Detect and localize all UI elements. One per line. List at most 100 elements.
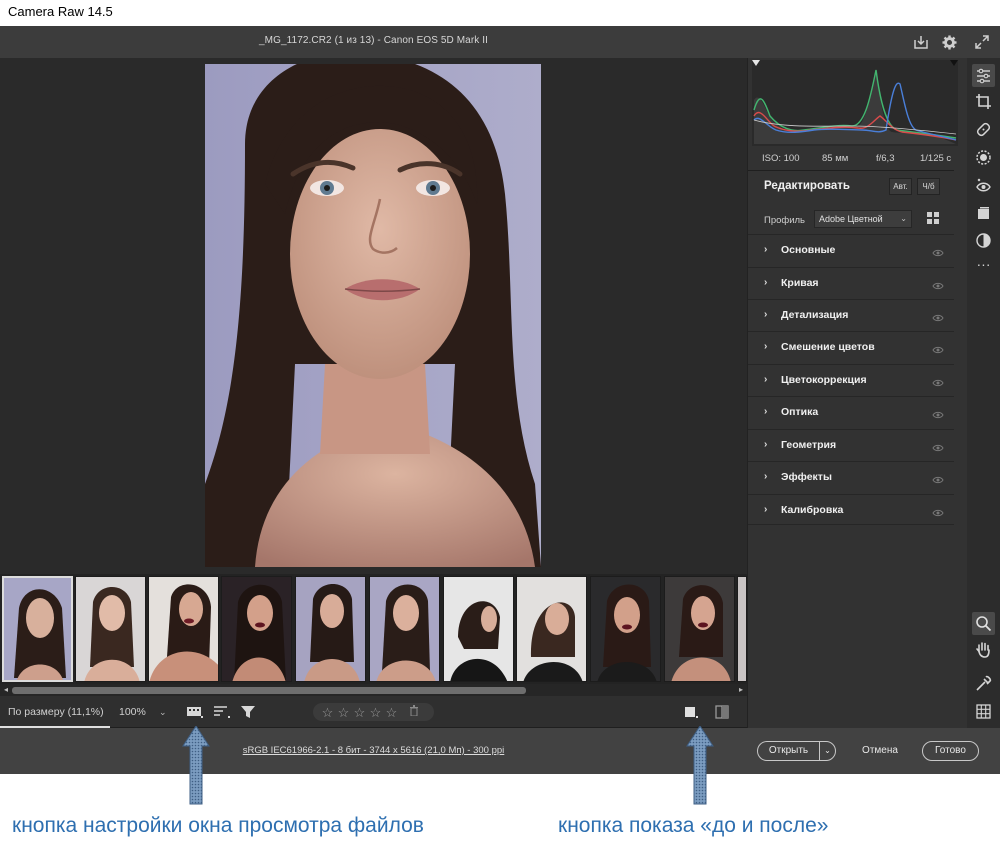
filmstrip[interactable] xyxy=(0,574,747,684)
crop-icon[interactable] xyxy=(975,93,992,110)
section-color-grading[interactable]: › Цветокоррекция xyxy=(748,364,954,395)
fullscreen-icon[interactable] xyxy=(973,33,991,51)
camera-info: ISO: 100 85 мм f/6,3 1/125 с xyxy=(748,150,954,166)
trash-icon[interactable] xyxy=(409,705,419,719)
profile-dropdown[interactable]: Adobe Цветной ⌄ xyxy=(814,210,912,228)
eye-icon[interactable] xyxy=(932,375,944,387)
edit-sliders-icon[interactable] xyxy=(972,64,995,87)
section-label: Цветокоррекция xyxy=(781,374,867,386)
section-basic[interactable]: › Основные xyxy=(748,234,954,265)
annotation-arrow-up-icon xyxy=(686,725,714,806)
eye-icon[interactable] xyxy=(932,407,944,419)
camera-raw-window: Camera Raw 14.5 _MG_1172.CR2 (1 из 13) -… xyxy=(0,0,1000,850)
rating-star-2[interactable]: ☆ xyxy=(337,706,350,719)
section-label: Детализация xyxy=(781,309,849,321)
gear-icon[interactable] xyxy=(940,33,958,51)
open-button[interactable]: Открыть xyxy=(757,741,819,761)
chevron-right-icon: › xyxy=(764,277,768,288)
sort-icon[interactable] xyxy=(213,704,231,720)
filmstrip-options-icon[interactable] xyxy=(186,704,204,720)
section-calibration[interactable]: › Калибровка xyxy=(748,494,954,525)
chevron-down-icon: ⌄ xyxy=(900,214,907,223)
divider xyxy=(748,170,954,171)
zoom-fit-button[interactable]: По размеру (11,1%) xyxy=(0,696,110,728)
zoom-icon[interactable] xyxy=(972,612,995,635)
save-icon[interactable] xyxy=(912,33,930,51)
eye-icon[interactable] xyxy=(932,342,944,354)
star-rating: ☆ ☆ ☆ ☆ ☆ xyxy=(313,703,434,721)
snapshots-icon[interactable] xyxy=(975,205,992,222)
profile-browser-icon[interactable] xyxy=(926,211,940,225)
workflow-options-link[interactable]: sRGB IEC61966-2.1 - 8 бит - 3744 x 5616 … xyxy=(0,745,747,756)
eye-icon[interactable] xyxy=(932,245,944,257)
annotation-right: кнопка показа «до и после» xyxy=(558,814,829,837)
section-label: Кривая xyxy=(781,277,819,289)
presets-icon[interactable] xyxy=(975,232,992,249)
filmstrip-thumbnail[interactable] xyxy=(148,576,219,682)
filmstrip-thumbnail[interactable] xyxy=(369,576,440,682)
zoom-dropdown[interactable]: ⌄ xyxy=(159,707,169,717)
more-icon[interactable]: ··· xyxy=(975,257,992,275)
eye-icon[interactable] xyxy=(932,278,944,290)
grid-icon[interactable] xyxy=(975,703,992,720)
annotation-arrow-up-icon xyxy=(182,725,210,806)
cancel-button[interactable]: Отмена xyxy=(855,741,905,761)
section-effects[interactable]: › Эффекты xyxy=(748,461,954,492)
chevron-right-icon: › xyxy=(764,504,768,515)
footer-bar: sRGB IEC61966-2.1 - 8 бит - 3744 x 5616 … xyxy=(0,728,1000,774)
iso-value: ISO: 100 xyxy=(762,153,800,164)
filmstrip-thumbnail[interactable] xyxy=(295,576,366,682)
section-color-mixer[interactable]: › Смешение цветов xyxy=(748,331,954,362)
before-after-icon[interactable] xyxy=(683,704,701,720)
eye-icon[interactable] xyxy=(932,472,944,484)
filmstrip-thumbnail[interactable] xyxy=(2,576,73,682)
scrollbar-thumb[interactable] xyxy=(12,687,526,694)
shutter-speed: 1/125 с xyxy=(920,153,952,164)
scroll-left-icon[interactable]: ◂ xyxy=(0,684,12,696)
open-dropdown-button[interactable]: ⌄ xyxy=(819,741,836,761)
mask-icon[interactable] xyxy=(975,149,992,166)
eye-icon[interactable] xyxy=(932,440,944,452)
filmstrip-scrollbar[interactable]: ◂ ▸ xyxy=(0,684,747,696)
red-eye-icon[interactable] xyxy=(975,177,992,194)
rating-star-3[interactable]: ☆ xyxy=(353,706,366,719)
eyedropper-icon[interactable] xyxy=(975,675,992,692)
image-preview-area[interactable] xyxy=(0,58,747,574)
filmstrip-thumbnail[interactable] xyxy=(443,576,514,682)
section-optics[interactable]: › Оптика xyxy=(748,396,954,427)
preview-photo[interactable] xyxy=(205,64,541,567)
auto-button[interactable]: Авт. xyxy=(889,178,912,195)
toggle-view-icon[interactable] xyxy=(714,704,732,720)
rating-star-1[interactable]: ☆ xyxy=(321,706,334,719)
section-detail[interactable]: › Детализация xyxy=(748,299,954,330)
section-geometry[interactable]: › Геометрия xyxy=(748,429,954,460)
filmstrip-thumbnail[interactable] xyxy=(221,576,292,682)
eye-icon[interactable] xyxy=(932,310,944,322)
filmstrip-thumbnail[interactable] xyxy=(516,576,587,682)
chevron-right-icon: › xyxy=(764,309,768,320)
filmstrip-thumbnail[interactable] xyxy=(737,576,747,682)
chevron-right-icon: › xyxy=(764,374,768,385)
rating-star-4[interactable]: ☆ xyxy=(369,706,382,719)
chevron-right-icon: › xyxy=(764,439,768,450)
filter-icon[interactable] xyxy=(240,704,258,720)
filmstrip-thumbnail[interactable] xyxy=(75,576,146,682)
zoom-100-button[interactable]: 100% xyxy=(119,696,146,728)
done-button[interactable]: Готово xyxy=(922,741,979,761)
chevron-right-icon: › xyxy=(764,244,768,255)
header-bar: _MG_1172.CR2 (1 из 13) - Canon EOS 5D Ma… xyxy=(0,26,1000,58)
rating-star-5[interactable]: ☆ xyxy=(385,706,398,719)
filmstrip-thumbnail[interactable] xyxy=(590,576,661,682)
scroll-right-icon[interactable]: ▸ xyxy=(735,684,747,696)
section-label: Калибровка xyxy=(781,504,844,516)
section-curve[interactable]: › Кривая xyxy=(748,267,954,298)
bottom-toolbar: По размеру (11,1%) 100% ⌄ ☆ ☆ ☆ ☆ ☆ xyxy=(0,696,747,728)
black-white-button[interactable]: Ч/б xyxy=(917,178,940,195)
chevron-right-icon: › xyxy=(764,406,768,417)
histogram xyxy=(752,60,958,146)
filmstrip-thumbnail[interactable] xyxy=(664,576,735,682)
hand-icon[interactable] xyxy=(975,641,992,658)
healing-icon[interactable] xyxy=(975,121,992,138)
eye-icon[interactable] xyxy=(932,505,944,517)
chevron-right-icon: › xyxy=(764,341,768,352)
